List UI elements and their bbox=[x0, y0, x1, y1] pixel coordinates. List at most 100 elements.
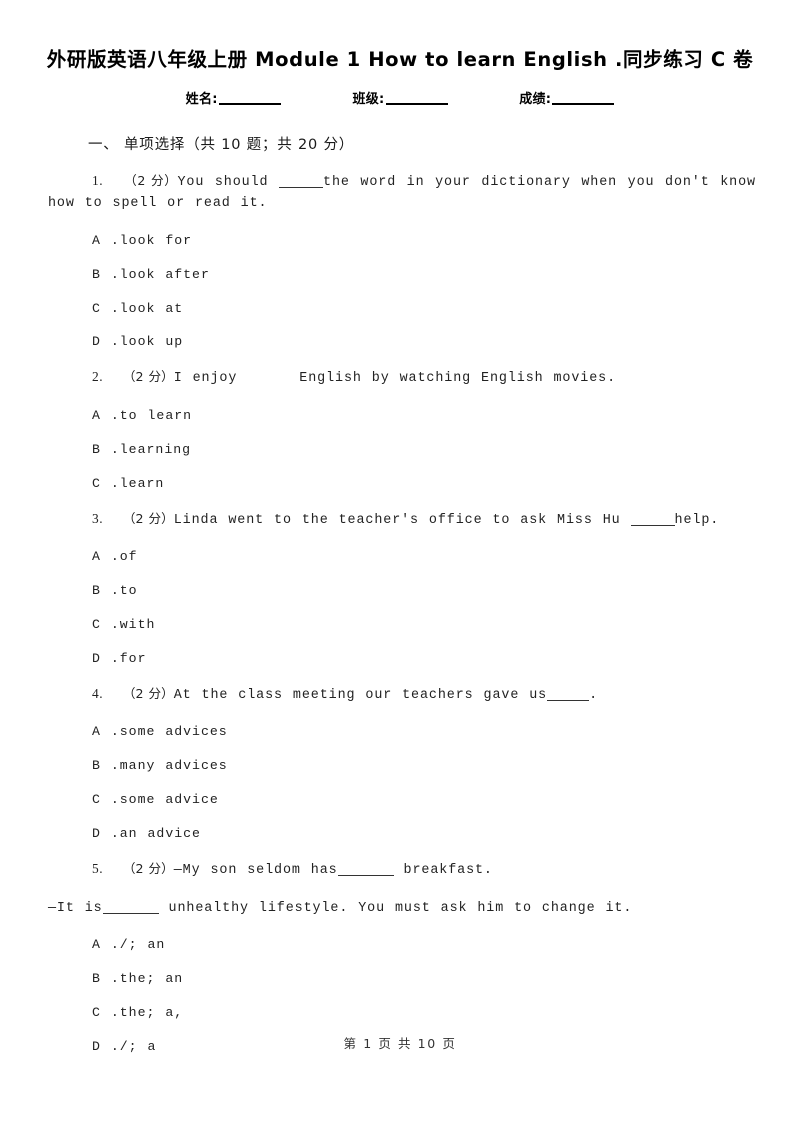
question-text-before: At the class meeting our teachers gave u… bbox=[173, 687, 548, 703]
option-text: learning bbox=[119, 441, 192, 457]
option-letter: B . bbox=[92, 266, 120, 282]
question-stem: 4. （2 分）At the class meeting our teacher… bbox=[48, 684, 756, 707]
option-letter: C . bbox=[92, 1005, 120, 1021]
student-score-label: 成绩: bbox=[519, 92, 552, 108]
question-number: 1. bbox=[92, 173, 104, 189]
option-row[interactable]: A .some advices bbox=[92, 706, 800, 740]
option-text: an advice bbox=[119, 825, 201, 841]
student-class-label: 班级: bbox=[352, 92, 385, 108]
answer-blank bbox=[547, 699, 590, 701]
option-text: to bbox=[119, 583, 138, 599]
question-number: 2. bbox=[92, 369, 104, 385]
student-score-field: 成绩: bbox=[519, 88, 615, 108]
question-stem: 1. （2 分）You should the word in your dict… bbox=[48, 171, 756, 215]
option-row[interactable]: D .look up bbox=[92, 316, 800, 350]
page-title: 外研版英语八年级上册 Module 1 How to learn English… bbox=[46, 48, 754, 71]
option-row[interactable]: B .the; an bbox=[92, 953, 800, 987]
option-row[interactable]: C .look at bbox=[92, 283, 800, 317]
option-row[interactable]: D .an advice bbox=[92, 808, 800, 842]
question-text-before: I enjoy bbox=[173, 371, 238, 387]
option-letter: D . bbox=[92, 334, 120, 350]
section-heading: 一、 单项选择（共 10 题；共 20 分） bbox=[88, 137, 355, 154]
question-number: 5. bbox=[92, 860, 104, 876]
student-class-blank bbox=[385, 103, 448, 106]
answer-blank bbox=[102, 912, 159, 914]
option-letter: A . bbox=[92, 724, 120, 740]
answer-blank bbox=[337, 874, 394, 876]
option-text: some advice bbox=[119, 792, 219, 808]
question-item: 2. （2 分）I enjoy English by watching Engli… bbox=[0, 367, 800, 491]
option-letter: A . bbox=[92, 408, 120, 424]
option-letter: D . bbox=[92, 650, 120, 666]
option-row[interactable]: C .the; a, bbox=[92, 987, 800, 1021]
student-name-label: 姓名: bbox=[185, 92, 218, 108]
option-letter: A . bbox=[92, 937, 120, 953]
option-text: /; an bbox=[119, 937, 166, 953]
question-item: 3. （2 分）Linda went to the teacher's offi… bbox=[0, 509, 800, 667]
document-page: 外研版英语八年级上册 Module 1 How to learn English… bbox=[0, 0, 800, 1132]
option-letter: A . bbox=[92, 549, 120, 565]
option-letter: B . bbox=[92, 583, 120, 599]
option-text: look for bbox=[119, 232, 193, 248]
student-name-blank bbox=[218, 103, 281, 106]
question-number: 4. bbox=[92, 685, 104, 701]
option-letter: C . bbox=[92, 617, 120, 632]
question-stem: 2. （2 分）I enjoy English by watching Engli… bbox=[48, 367, 756, 390]
student-score-blank bbox=[552, 103, 615, 106]
question-points: （2 分） bbox=[122, 369, 174, 385]
question-points: （2 分） bbox=[122, 860, 174, 876]
question-text-before: Linda went to the teacher's office to as… bbox=[173, 512, 631, 528]
option-letter: B . bbox=[92, 758, 120, 774]
question-points: （2 分） bbox=[122, 685, 174, 701]
option-row[interactable]: A .of bbox=[92, 531, 800, 565]
answer-blank bbox=[279, 187, 324, 189]
option-text: with bbox=[119, 617, 156, 632]
option-letter: B . bbox=[92, 971, 120, 987]
option-text: the; an bbox=[119, 971, 184, 987]
option-row[interactable]: C .some advice bbox=[92, 774, 800, 808]
option-text: the; a, bbox=[119, 1005, 184, 1021]
question-item: 1. （2 分）You should the word in your dict… bbox=[0, 171, 800, 350]
student-name-field: 姓名: bbox=[186, 88, 281, 107]
option-row[interactable]: C .learn bbox=[92, 458, 800, 492]
option-letter: B . bbox=[92, 441, 120, 457]
question-points: （2 分） bbox=[124, 173, 178, 189]
option-text: learn bbox=[119, 475, 165, 491]
option-text: of bbox=[119, 549, 138, 565]
option-row[interactable]: B .many advices bbox=[92, 740, 800, 774]
option-row[interactable]: B .learning bbox=[92, 424, 800, 458]
option-text: for bbox=[119, 650, 147, 666]
option-letter: C . bbox=[92, 792, 120, 808]
option-text: look after bbox=[119, 266, 210, 282]
question-text-after: unhealthy lifestyle. You must ask him to… bbox=[158, 900, 633, 916]
option-row[interactable]: A ./; an bbox=[92, 919, 800, 953]
question-stem: 3. （2 分）Linda went to the teacher's offi… bbox=[48, 509, 756, 532]
question-stem: 5. （2 分）—My son seldom has breakfast. bbox=[48, 859, 756, 882]
question-text-after: breakfast. bbox=[393, 862, 493, 878]
option-text: some advices bbox=[119, 724, 228, 740]
question-text-before: —My son seldom has bbox=[173, 862, 338, 878]
question-text-before: —It is bbox=[48, 900, 103, 916]
question-number: 3. bbox=[92, 510, 104, 526]
question-item: 4. （2 分）At the class meeting our teacher… bbox=[0, 684, 800, 842]
option-row[interactable]: A .look for bbox=[92, 215, 800, 249]
option-letter: D . bbox=[92, 825, 120, 841]
option-letter: C . bbox=[92, 300, 120, 316]
option-row[interactable]: C .with bbox=[92, 599, 800, 633]
question-stem-line2: —It is unhealthy lifestyle. You must ask… bbox=[48, 882, 756, 920]
option-row[interactable]: B .to bbox=[92, 565, 800, 599]
option-text: look at bbox=[119, 300, 184, 316]
question-text-after: help. bbox=[674, 512, 720, 528]
question-text-after: English by watching English movies. bbox=[299, 371, 617, 387]
answer-blank bbox=[630, 524, 675, 526]
option-row[interactable]: D .for bbox=[92, 633, 800, 667]
option-row[interactable]: B .look after bbox=[92, 249, 800, 283]
page-footer: 第 1 页 共 10 页 bbox=[343, 1036, 457, 1051]
option-text: many advices bbox=[119, 758, 228, 774]
option-text: look up bbox=[119, 334, 184, 350]
question-text-before: You should bbox=[177, 175, 280, 191]
option-row[interactable]: A .to learn bbox=[92, 390, 800, 424]
question-item: 5. （2 分）—My son seldom has breakfast. —I… bbox=[0, 859, 800, 1055]
question-points: （2 分） bbox=[122, 510, 174, 526]
option-letter: C . bbox=[92, 475, 120, 491]
